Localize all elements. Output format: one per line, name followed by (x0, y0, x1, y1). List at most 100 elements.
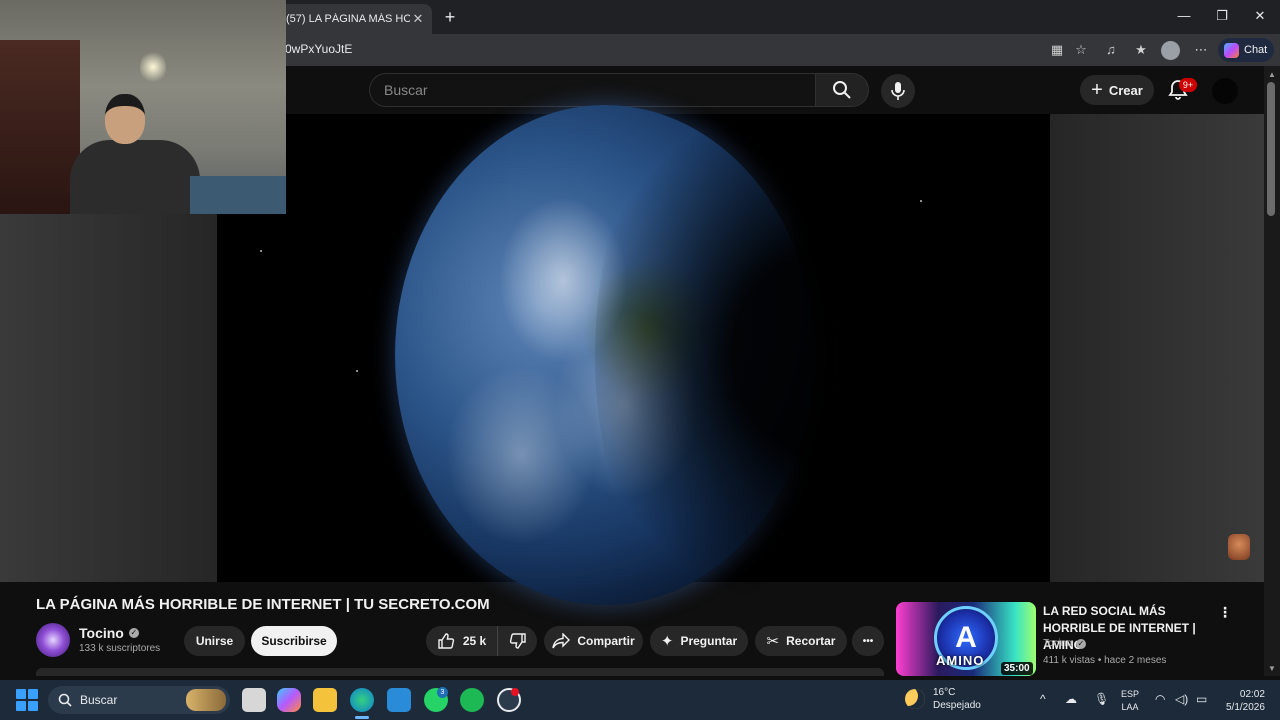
plus-icon: + (1091, 78, 1103, 101)
file-explorer-icon[interactable] (313, 688, 337, 712)
profile-avatar[interactable] (1161, 41, 1180, 60)
webcam-overlay (0, 0, 286, 214)
more-menu-icon[interactable]: ⋯ (1192, 41, 1210, 59)
subscribe-button[interactable]: Suscribirse (251, 626, 337, 656)
favorite-star-icon[interactable]: ☆ (1072, 41, 1090, 59)
volume-icon[interactable]: ◁) (1175, 692, 1188, 706)
windows-logo-icon (28, 701, 38, 711)
voice-search-button[interactable] (881, 74, 915, 108)
search-icon (58, 693, 72, 707)
clock-time: 02:02 (1239, 689, 1265, 700)
related-video-meta: 411 k vistas • hace 2 meses (1043, 655, 1167, 666)
language-code: ESP (1121, 689, 1140, 699)
task-view-icon[interactable] (242, 688, 266, 712)
clip-label: Recortar (786, 634, 836, 648)
app-grid-icon[interactable]: ▦ (1048, 41, 1066, 59)
floating-sticker[interactable] (1228, 534, 1250, 560)
dislike-button[interactable] (498, 626, 537, 656)
chevron-up-icon[interactable]: ^ (1040, 692, 1046, 706)
account-avatar[interactable] (1212, 78, 1238, 104)
clip-button[interactable]: ✂ Recortar (755, 626, 847, 656)
scroll-up-arrow[interactable]: ▲ (1266, 70, 1278, 79)
webcam-bed (190, 176, 286, 214)
video-duration: 35:00 (1001, 662, 1033, 675)
tab-close-icon[interactable]: ✕ (410, 11, 426, 27)
related-channel-row[interactable]: Tocino ✓ (1043, 638, 1086, 649)
channel-name[interactable]: Tocino (79, 625, 124, 641)
weather-temp: 16°C (933, 687, 956, 698)
close-window-button[interactable]: ✕ (1248, 6, 1272, 26)
battery-icon[interactable]: ▭ (1196, 692, 1207, 706)
favorites-icon[interactable]: ★ (1132, 41, 1150, 59)
screen: (57) LA PÁGINA MÁS HORRIBLE ✕ + — ❐ ✕ 0w… (0, 0, 1280, 720)
microphone-tray-icon[interactable]: 🎙 (1094, 692, 1109, 706)
search-icon (833, 81, 851, 99)
more-actions-button[interactable]: ••• (852, 626, 884, 656)
create-label: Crear (1108, 82, 1143, 98)
webcam-person-head (105, 94, 145, 144)
webcam-person-body (70, 140, 200, 214)
minimize-button[interactable]: — (1172, 6, 1196, 26)
spotify-icon[interactable] (460, 688, 484, 712)
edge-browser-icon[interactable] (350, 688, 374, 712)
whatsapp-badge: 3 (437, 687, 448, 698)
weather-widget[interactable]: 16°C Despejado (905, 686, 981, 712)
url-text[interactable]: 0wPxYuoJtE (285, 42, 352, 56)
weather-desc: Despejado (933, 700, 981, 711)
related-channel-name[interactable]: Tocino (1043, 638, 1072, 649)
system-clock[interactable]: 02:02 5/1/2026 (1226, 688, 1265, 714)
create-button[interactable]: + Crear (1080, 75, 1154, 105)
verified-icon: ✓ (1075, 638, 1086, 649)
share-icon (552, 633, 571, 649)
extensions-icon[interactable]: ♫ (1102, 41, 1120, 59)
taskbar-search[interactable]: Buscar (48, 686, 230, 714)
sparkle-icon: ✦ (660, 633, 674, 650)
wifi-icon[interactable]: ◠ (1155, 692, 1165, 706)
share-button[interactable]: Compartir (544, 626, 643, 656)
chat-label: Chat (1244, 44, 1268, 56)
scroll-down-arrow[interactable]: ▼ (1266, 664, 1278, 673)
join-button[interactable]: Unirse (184, 626, 245, 656)
tab-title: (57) LA PÁGINA MÁS HORRIBLE (286, 13, 410, 25)
windows-taskbar: Buscar (0, 680, 1280, 720)
keyboard-layout: LAA (1121, 702, 1139, 712)
like-button[interactable]: 25 k (426, 626, 498, 656)
channel-name-row[interactable]: Tocino ✓ (79, 625, 139, 641)
restore-button[interactable]: ❐ (1210, 6, 1234, 26)
copilot-icon (1224, 42, 1239, 58)
star (920, 200, 922, 202)
channel-avatar[interactable] (36, 623, 70, 657)
star (260, 250, 262, 252)
language-indicator[interactable]: ESP LAA (1121, 688, 1139, 714)
earth-shadow (595, 105, 835, 605)
star (356, 370, 358, 372)
copilot-app-icon[interactable] (277, 688, 301, 712)
like-dislike-group: 25 k (426, 626, 537, 656)
related-menu-icon[interactable]: ⋮ (1218, 604, 1232, 622)
copilot-chat-button[interactable]: Chat (1218, 38, 1274, 62)
new-tab-button[interactable]: + (440, 7, 460, 27)
ask-button[interactable]: ✦ Preguntar (650, 626, 748, 656)
verified-icon: ✓ (128, 628, 139, 638)
webcam-light (140, 50, 166, 84)
outlook-icon[interactable] (387, 688, 411, 712)
thumbs-up-icon (438, 633, 454, 649)
ambient-right (1050, 114, 1264, 582)
search-button[interactable] (815, 73, 869, 107)
windows-logo-icon (28, 689, 38, 699)
moon-icon (905, 689, 925, 709)
clock-date: 5/1/2026 (1226, 702, 1265, 713)
windows-logo-icon (16, 701, 26, 711)
microphone-icon (891, 82, 905, 100)
page-scrollbar-thumb[interactable] (1267, 82, 1275, 216)
webcam-shelf (0, 40, 80, 214)
notifications-badge: 9+ (1179, 78, 1197, 92)
search-input[interactable]: Buscar (369, 73, 816, 107)
video-title: LA PÁGINA MÁS HORRIBLE DE INTERNET | TU … (36, 596, 490, 613)
start-button[interactable] (16, 689, 38, 711)
taskbar-search-label: Buscar (80, 693, 118, 707)
subscriber-count: 133 k suscriptores (79, 643, 161, 654)
onedrive-icon[interactable]: ☁ (1065, 692, 1077, 706)
browser-tab[interactable]: (57) LA PÁGINA MÁS HORRIBLE ✕ (280, 4, 432, 34)
description-box[interactable] (36, 668, 884, 676)
